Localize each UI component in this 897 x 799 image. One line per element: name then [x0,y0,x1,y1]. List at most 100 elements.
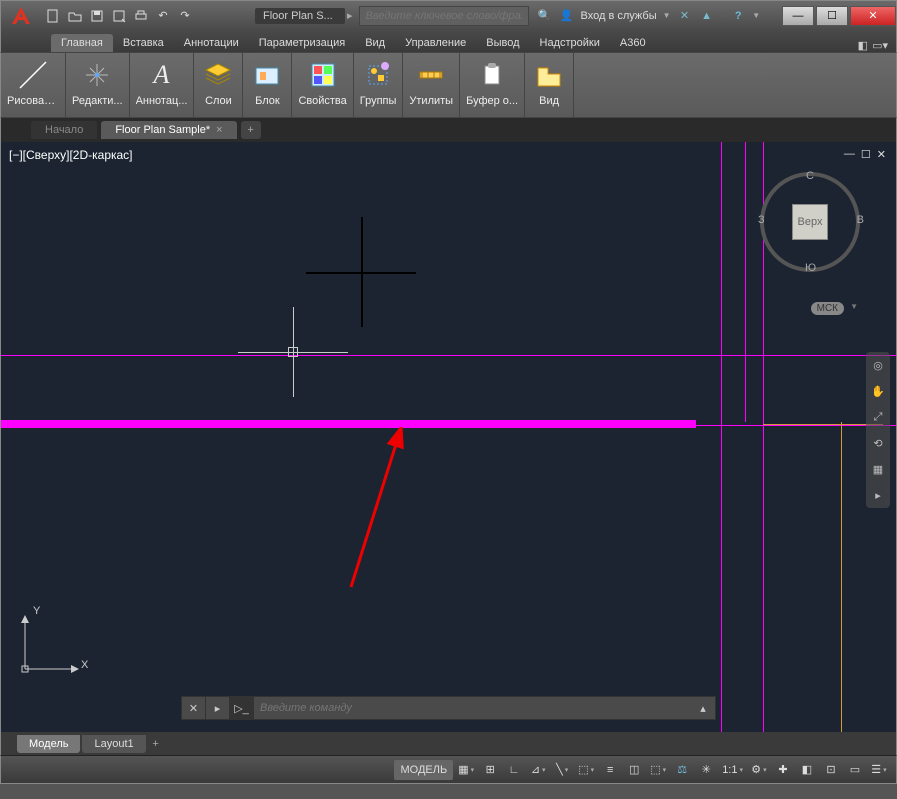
menu-tab-annotate[interactable]: Аннотации [174,34,249,52]
minimize-button[interactable]: — [782,6,814,26]
viewcube-east: В [857,214,864,226]
drawing-area[interactable]: [−][Сверху][2D-каркас] — ☐ ✕ Верх С Ю В … [0,142,897,732]
cmd-history-icon[interactable]: ▸ [206,697,230,719]
status-transparency-icon[interactable]: ◫ [623,760,645,780]
ucs-badge[interactable]: МСК [811,302,844,315]
status-lineweight-icon[interactable]: ≡ [599,760,621,780]
menu-tab-home[interactable]: Главная [51,34,113,52]
help-icon[interactable]: ? [730,8,746,24]
close-tab-icon[interactable]: × [216,124,222,136]
doctab-current[interactable]: Floor Plan Sample*× [101,121,236,139]
panel-clipboard[interactable]: Буфер о... [460,53,525,117]
layout-tab-layout1[interactable]: Layout1 [82,735,145,753]
status-annoscale-icon[interactable]: ⚖ [671,760,693,780]
nav-expand-icon[interactable]: ▸ [869,486,887,504]
viewcube-top-face[interactable]: Верх [792,204,828,240]
status-isoplane-icon[interactable]: ╲ [551,760,573,780]
doctab-start[interactable]: Начало [31,121,97,139]
menu-tab-a360[interactable]: A360 [610,34,656,52]
menu-tab-view[interactable]: Вид [355,34,395,52]
login-label[interactable]: Вход в службы [581,10,657,22]
cmd-close-icon[interactable]: ✕ [182,697,206,719]
document-title: Floor Plan S... [255,8,345,24]
document-tabs: Начало Floor Plan Sample*× + [0,118,897,142]
a360-icon[interactable]: ▲ [699,8,715,24]
panel-block[interactable]: Блок [243,53,292,117]
undo-icon[interactable]: ↶ [153,6,173,26]
status-cleanscreen-icon[interactable]: ▭ [844,760,866,780]
status-ws-icon[interactable]: ⚙ [748,760,770,780]
print-icon[interactable] [131,6,151,26]
panel-modify[interactable]: Редакти... [66,53,130,117]
cmd-menu-icon[interactable]: ▴ [691,697,715,719]
title-right-cluster: 🔍 👤 Вход в службы ▼ ✕ ▲ · ? ▼ [537,8,761,24]
ucs-y-label: Y [33,605,40,617]
viewport-label[interactable]: [−][Сверху][2D-каркас] [9,148,133,162]
search-input[interactable] [359,6,529,26]
panel-annotation[interactable]: AАннотац... [130,53,195,117]
navigation-bar: ◎ ✋ ⤢ ⟲ ▦ ▸ [866,352,890,508]
nav-showmotion-icon[interactable]: ▦ [869,460,887,478]
ribbon: Рисован... Редакти... AАннотац... Слои Б… [0,52,897,118]
viewcube[interactable]: Верх С Ю В З [760,172,860,272]
maximize-button[interactable]: ☐ [816,6,848,26]
menu-tab-parametric[interactable]: Параметризация [249,34,355,52]
new-tab-button[interactable]: + [241,121,261,139]
gridline-h1 [1,355,896,356]
vp-maximize-icon[interactable]: ☐ [861,148,871,161]
vp-minimize-icon[interactable]: — [844,148,855,161]
exchange-icon[interactable]: ✕ [677,8,693,24]
status-snap-icon[interactable]: ⊞ [479,760,501,780]
menu-tab-addins[interactable]: Надстройки [530,34,610,52]
status-ortho-icon[interactable]: ∟ [503,760,525,780]
menu-tab-insert[interactable]: Вставка [113,34,174,52]
status-annovis-icon[interactable]: ✳ [695,760,717,780]
viewport-controls: — ☐ ✕ [844,148,886,161]
status-customize-icon[interactable]: ☰ [868,760,890,780]
gridline-v2 [745,142,746,422]
quick-access-toolbar: ↶ ↷ [43,6,195,26]
menu-tab-manage[interactable]: Управление [395,34,476,52]
user-icon[interactable]: 👤 [559,8,575,24]
panel-utilities[interactable]: Утилиты [403,53,460,117]
status-scale[interactable]: 1:1 [719,760,746,780]
gridline-v1 [721,142,722,732]
ucs-badge-dropdown-icon[interactable]: ▼ [850,302,858,311]
command-input[interactable] [254,702,691,714]
panel-properties[interactable]: Свойства [292,53,353,117]
status-grid-icon[interactable]: ▦ [455,760,477,780]
menu-tab-output[interactable]: Вывод [476,34,529,52]
status-hardware-icon[interactable]: ⊡ [820,760,842,780]
status-model-button[interactable]: МОДЕЛЬ [394,760,453,780]
cmd-prompt-icon[interactable]: ▷_ [230,697,254,719]
new-icon[interactable] [43,6,63,26]
panel-draw[interactable]: Рисован... [1,53,66,117]
featured-apps-icon[interactable]: ◧ [858,39,868,52]
binoculars-icon[interactable]: 🔍 [537,8,553,24]
panel-groups[interactable]: Группы [354,53,404,117]
ucs-x-label: X [81,659,88,671]
layout-tab-model[interactable]: Модель [17,735,80,753]
status-isolate-icon[interactable]: ◧ [796,760,818,780]
ribbon-collapse-icon[interactable]: ▭▾ [872,39,888,52]
status-annomon-icon[interactable]: ✚ [772,760,794,780]
layout-tab-add[interactable]: + [148,738,164,750]
panel-view[interactable]: Вид [525,53,574,117]
nav-zoom-icon[interactable]: ⤢ [869,408,887,426]
open-icon[interactable] [65,6,85,26]
redo-icon[interactable]: ↷ [175,6,195,26]
nav-orbit-icon[interactable]: ⟲ [869,434,887,452]
save-icon[interactable] [87,6,107,26]
status-osnap-icon[interactable]: ⬚ [575,760,597,780]
status-cycling-icon[interactable]: ⬚ [647,760,669,780]
close-button[interactable]: ✕ [850,6,896,26]
app-logo[interactable] [3,2,39,30]
title-dropdown-icon[interactable]: ▸ [347,9,353,22]
arrow-annotation [331,427,421,597]
saveas-icon[interactable] [109,6,129,26]
nav-pan-icon[interactable]: ✋ [869,382,887,400]
nav-wheel-icon[interactable]: ◎ [869,356,887,374]
status-polar-icon[interactable]: ⊿ [527,760,549,780]
panel-layers[interactable]: Слои [194,53,243,117]
vp-close-icon[interactable]: ✕ [877,148,886,161]
